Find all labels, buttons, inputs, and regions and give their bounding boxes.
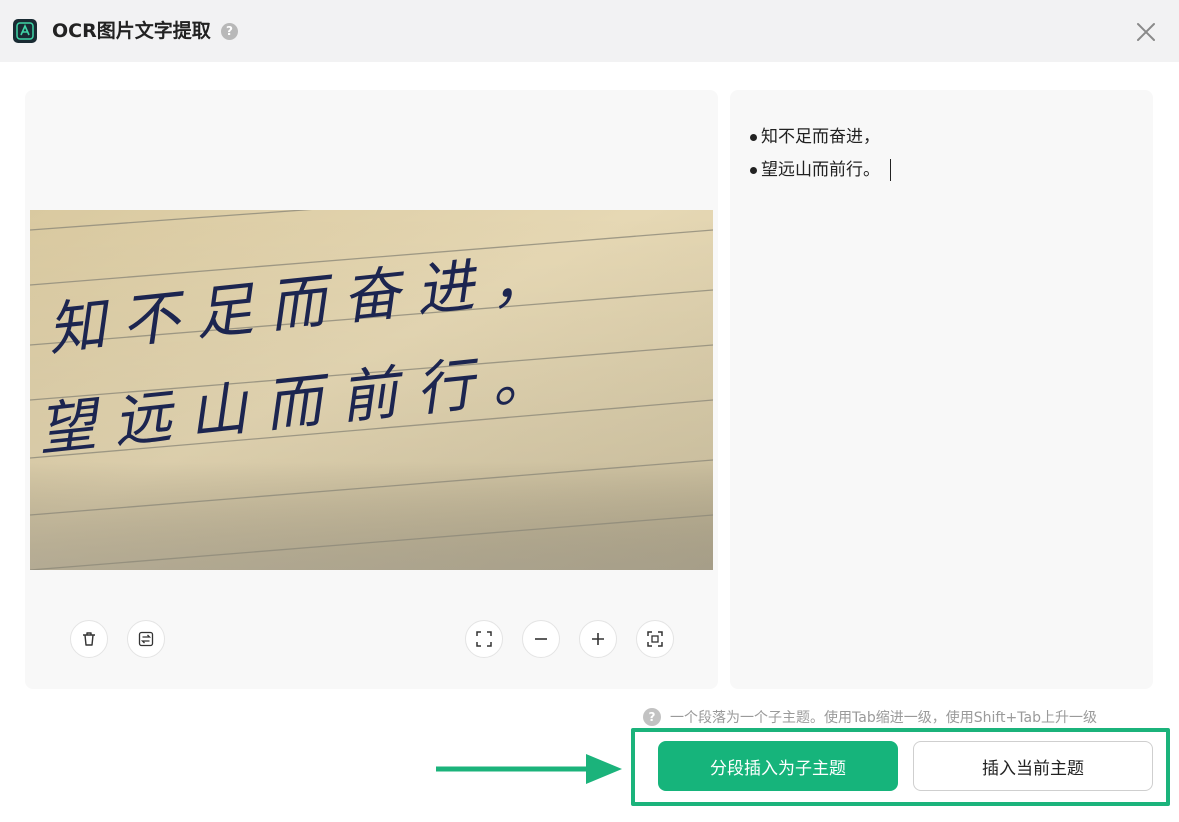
zoom-out-button[interactable] <box>522 620 560 658</box>
window-title: OCR图片文字提取 <box>52 20 211 42</box>
arrow-right-icon <box>436 754 622 784</box>
ocr-result-panel[interactable]: 知不足而奋进， 望远山而前行。 <box>730 90 1153 689</box>
scan-icon <box>647 631 663 647</box>
swap-icon <box>138 631 154 647</box>
result-line[interactable]: 知不足而奋进， <box>750 125 880 149</box>
hint-text: ? 一个段落为一个子主题。使用Tab缩进一级，使用Shift+Tab上升一级 <box>643 707 1097 727</box>
fullscreen-icon <box>476 631 492 647</box>
bullet-icon <box>750 133 757 141</box>
result-line-text: 望远山而前行。 <box>761 160 880 180</box>
minus-icon <box>535 638 547 640</box>
result-line-text: 知不足而奋进， <box>761 127 880 147</box>
zoom-in-button[interactable] <box>579 620 617 658</box>
scan-button[interactable] <box>636 620 674 658</box>
ocr-app-logo-icon <box>13 19 37 43</box>
close-icon[interactable] <box>1134 20 1158 44</box>
plus-icon <box>592 633 604 645</box>
text-cursor <box>890 159 891 181</box>
trash-icon <box>83 632 95 646</box>
bullet-icon <box>750 166 757 174</box>
help-icon: ? <box>643 708 661 726</box>
delete-button[interactable] <box>70 620 108 658</box>
source-image: 知不足而奋进， 望远山而前行。 <box>30 210 713 570</box>
fit-screen-button[interactable] <box>465 620 503 658</box>
hint-label: 一个段落为一个子主题。使用Tab缩进一级，使用Shift+Tab上升一级 <box>670 710 1097 726</box>
image-preview-panel: 知不足而奋进， 望远山而前行。 <box>25 90 718 689</box>
swap-button[interactable] <box>127 620 165 658</box>
help-icon[interactable]: ? <box>221 23 238 40</box>
result-line[interactable]: 望远山而前行。 <box>750 158 891 182</box>
insert-current-topic-button[interactable]: 插入当前主题 <box>913 741 1153 791</box>
insert-as-subtopics-button[interactable]: 分段插入为子主题 <box>658 741 898 791</box>
title-bar: OCR图片文字提取 ? <box>0 0 1179 62</box>
